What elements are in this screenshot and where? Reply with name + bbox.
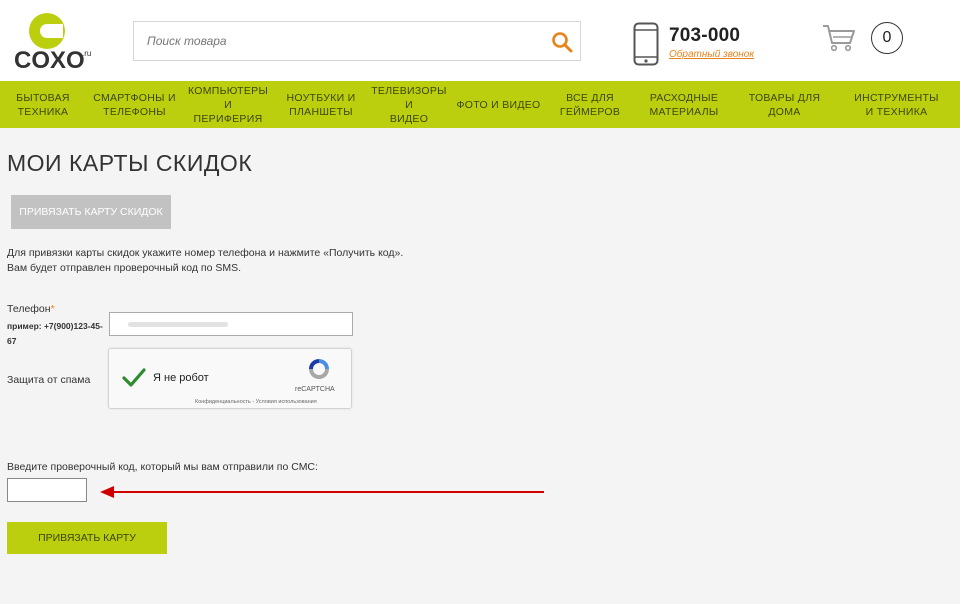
nav-item-7[interactable]: Расходные материалы	[632, 81, 736, 128]
recaptcha-widget: Я не робот reCAPTCHA Конфиденциальность …	[108, 348, 352, 409]
nav-item-2[interactable]: Компьютеры и периферия	[183, 81, 273, 128]
captcha-checkbox[interactable]	[121, 366, 147, 390]
nav-item-label: Инструменты и техника	[854, 91, 939, 119]
nav-item-line1: Бытовая	[16, 91, 70, 104]
nav-item-0[interactable]: Бытовая техника	[0, 81, 86, 128]
nav-item-line2: техника	[17, 105, 69, 118]
main-nav: Бытовая техника Смартфоны и телефоны Компьют…	[0, 81, 960, 128]
logo-text: COXO	[14, 47, 85, 72]
red-arrow-annotation	[100, 485, 546, 499]
recaptcha-brand: reCAPTCHA	[295, 386, 335, 393]
search-input[interactable]	[134, 22, 534, 60]
code-label: Введите проверочный код, который мы вам …	[7, 461, 318, 473]
required-mark: *	[50, 303, 55, 315]
instructions-line-1: Для привязки карты скидок укажите номер …	[7, 247, 404, 259]
nav-item-3[interactable]: Ноутбуки и планшеты	[273, 81, 369, 128]
spam-protection-label: Защита от спама	[7, 374, 91, 386]
nav-item-line1: Фото и видео	[456, 98, 541, 111]
sms-code-input[interactable]	[7, 478, 87, 502]
nav-item-line2: дома	[768, 105, 801, 118]
submit-link-card-button[interactable]: Привязать карту	[7, 522, 167, 554]
instructions-text: Для привязки карты скидок укажите номер …	[7, 246, 403, 276]
phone-label-text: Телефон	[7, 303, 51, 315]
phone-example: пример: +7(900)123-45-67	[7, 321, 103, 346]
nav-item-5[interactable]: Фото и видео	[449, 81, 548, 128]
nav-item-line1: Инструменты	[854, 91, 939, 104]
phone-number: 703-000	[669, 25, 741, 46]
phone-label: Телефон*	[7, 303, 55, 315]
nav-item-line1: Товары для	[748, 91, 821, 104]
link-discount-card-button[interactable]: Привязать карту скидок	[11, 195, 171, 229]
nav-item-line2: периферия	[193, 112, 263, 125]
nav-item-line2: материалы	[649, 105, 719, 118]
nav-item-label: Товары для дома	[749, 91, 821, 119]
nav-item-6[interactable]: Все для геймеров	[548, 81, 632, 128]
nav-item-label: Все для геймеров	[560, 91, 620, 119]
captcha-label: Я не робот	[153, 372, 209, 384]
nav-item-1[interactable]: Смартфоны и телефоны	[86, 81, 183, 128]
nav-item-label: Фото и видео	[456, 98, 540, 112]
blurred-phone-value	[128, 322, 228, 327]
nav-item-line1: Телевизоры и	[371, 84, 447, 111]
nav-item-label: Расходные материалы	[649, 91, 718, 119]
search-box	[133, 21, 581, 61]
recaptcha-logo-icon	[306, 356, 332, 382]
page-title: Мои карты скидок	[7, 150, 253, 176]
phone-icon	[633, 22, 659, 66]
phone-input[interactable]	[109, 312, 353, 336]
nav-item-label: Компьютеры и периферия	[183, 84, 273, 126]
site-logo[interactable]: COXO .ru	[14, 12, 94, 74]
nav-item-label: Ноутбуки и планшеты	[286, 91, 355, 119]
nav-item-line2: видео	[389, 112, 429, 125]
nav-item-label: Телевизоры и видео	[369, 84, 449, 126]
instructions-line-2: Вам будет отправлен проверочный код по S…	[7, 262, 241, 274]
logo-suffix: .ru	[82, 49, 91, 58]
nav-item-8[interactable]: Товары для дома	[736, 81, 833, 128]
cart-icon[interactable]	[822, 24, 856, 52]
header: COXO .ru 703-000 Обратный звонок 0	[0, 0, 960, 81]
nav-item-4[interactable]: Телевизоры и видео	[369, 81, 449, 128]
nav-item-line1: Компьютеры и	[187, 84, 269, 111]
callback-link[interactable]: Обратный звонок	[669, 49, 754, 60]
nav-item-line2: и техника	[865, 105, 928, 118]
nav-item-label: Смартфоны и телефоны	[93, 91, 176, 119]
recaptcha-links[interactable]: Конфиденциальность - Условия использован…	[195, 399, 317, 405]
nav-item-line1: Ноутбуки и	[286, 91, 356, 104]
nav-item-line2: геймеров	[559, 105, 621, 118]
search-icon[interactable]	[550, 30, 574, 54]
cart-count-badge[interactable]: 0	[871, 22, 903, 54]
nav-item-line1: Все для	[566, 91, 614, 104]
nav-item-label: Бытовая техника	[16, 91, 70, 119]
nav-item-9[interactable]: Инструменты и техника	[833, 81, 960, 128]
nav-item-line2: планшеты	[289, 105, 353, 118]
nav-item-line2: телефоны	[103, 105, 166, 118]
nav-item-line1: Расходные	[649, 91, 719, 104]
nav-item-line1: Смартфоны и	[93, 91, 176, 104]
